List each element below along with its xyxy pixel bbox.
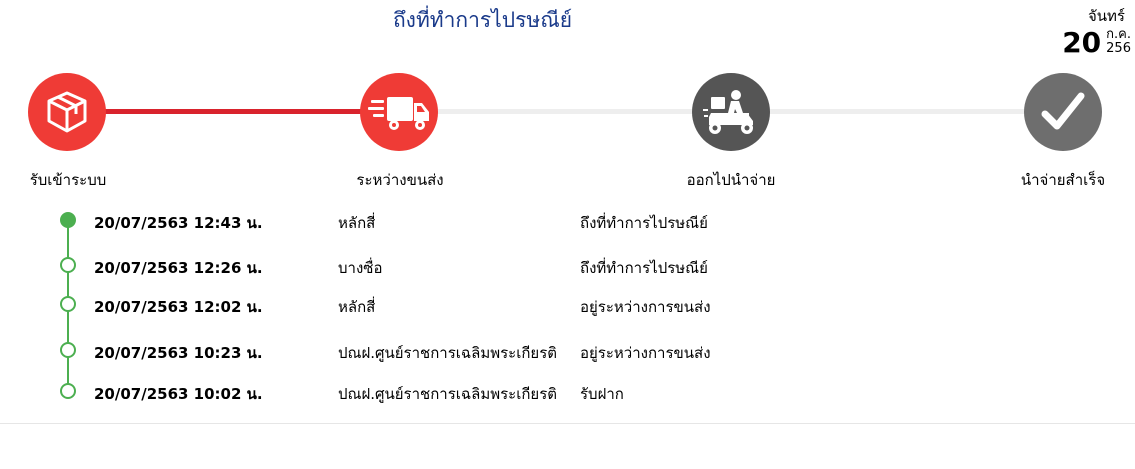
timeline-event: 20/07/2563 10:02 น. ปณฝ.ศูนย์ราชการเฉลิม… <box>0 380 1135 404</box>
event-location: หลักสี่ <box>338 298 376 316</box>
step-label-in-transit: ระหว่างขนส่ง <box>356 171 444 189</box>
date-month-year: ก.ค. 256 <box>1106 28 1131 56</box>
timeline-dot <box>60 383 76 399</box>
event-time: 20/07/2563 10:23 น. <box>94 344 263 362</box>
timeline-dot <box>60 296 76 312</box>
timeline-event: 20/07/2563 10:23 น. ปณฝ.ศูนย์ราชการเฉลิม… <box>0 339 1135 363</box>
event-time: 20/07/2563 10:02 น. <box>94 385 263 403</box>
event-status: รับฝาก <box>580 385 624 403</box>
package-icon <box>47 91 87 133</box>
step-out-for-delivery-circle <box>692 73 770 151</box>
timeline-event: 20/07/2563 12:43 น. หลักสี่ ถึงที่ทำการไ… <box>0 209 1135 233</box>
timeline-dot <box>60 342 76 358</box>
timeline-dot <box>60 257 76 273</box>
event-status: ถึงที่ทำการไปรษณีย์ <box>580 259 708 277</box>
event-location: หลักสี่ <box>338 214 376 232</box>
delivery-scooter-icon <box>703 90 753 134</box>
event-location: บางซื่อ <box>338 259 383 277</box>
timeline-event: 20/07/2563 12:02 น. หลักสี่ อยู่ระหว่างก… <box>0 293 1135 317</box>
step-label-out-for-delivery: ออกไปนำจ่าย <box>686 171 776 189</box>
section-divider <box>0 423 1135 424</box>
current-status-title: ถึงที่ทำการไปรษณีย์ <box>0 4 1135 37</box>
progress-track-completed <box>67 109 399 114</box>
event-time: 20/07/2563 12:02 น. <box>94 298 263 316</box>
delivery-truck-icon <box>368 97 429 130</box>
event-status: อยู่ระหว่างการขนส่ง <box>580 344 711 362</box>
step-label-received: รับเข้าระบบ <box>29 171 107 189</box>
event-time: 20/07/2563 12:43 น. <box>94 214 263 232</box>
step-received-circle <box>28 73 106 151</box>
date-month: ก.ค. <box>1106 27 1131 42</box>
step-in-transit-circle <box>360 73 438 151</box>
timeline-event: 20/07/2563 12:26 น. บางซื่อ ถึงที่ทำการไ… <box>0 254 1135 278</box>
event-location: ปณฝ.ศูนย์ราชการเฉลิมพระเกียรติ <box>338 385 558 403</box>
event-time: 20/07/2563 12:26 น. <box>94 259 263 277</box>
step-delivered-circle <box>1024 73 1102 151</box>
date-day-name: จันทร์ <box>1088 7 1125 25</box>
checkmark-icon <box>1041 92 1085 130</box>
date-row: 20 ก.ค. 256 <box>1062 28 1131 58</box>
date-display: จันทร์ 20 ก.ค. 256 <box>1062 4 1131 58</box>
timeline-dot-current <box>60 212 76 228</box>
date-day-number: 20 <box>1062 26 1102 59</box>
status-title-text: ถึงที่ทำการไปรษณีย์ <box>392 8 573 32</box>
date-year: 256 <box>1106 41 1131 56</box>
event-status: อยู่ระหว่างการขนส่ง <box>580 298 711 316</box>
event-location: ปณฝ.ศูนย์ราชการเฉลิมพระเกียรติ <box>338 344 558 362</box>
event-status: ถึงที่ทำการไปรษณีย์ <box>580 214 708 232</box>
step-label-delivered: นำจ่ายสำเร็จ <box>1020 171 1106 189</box>
